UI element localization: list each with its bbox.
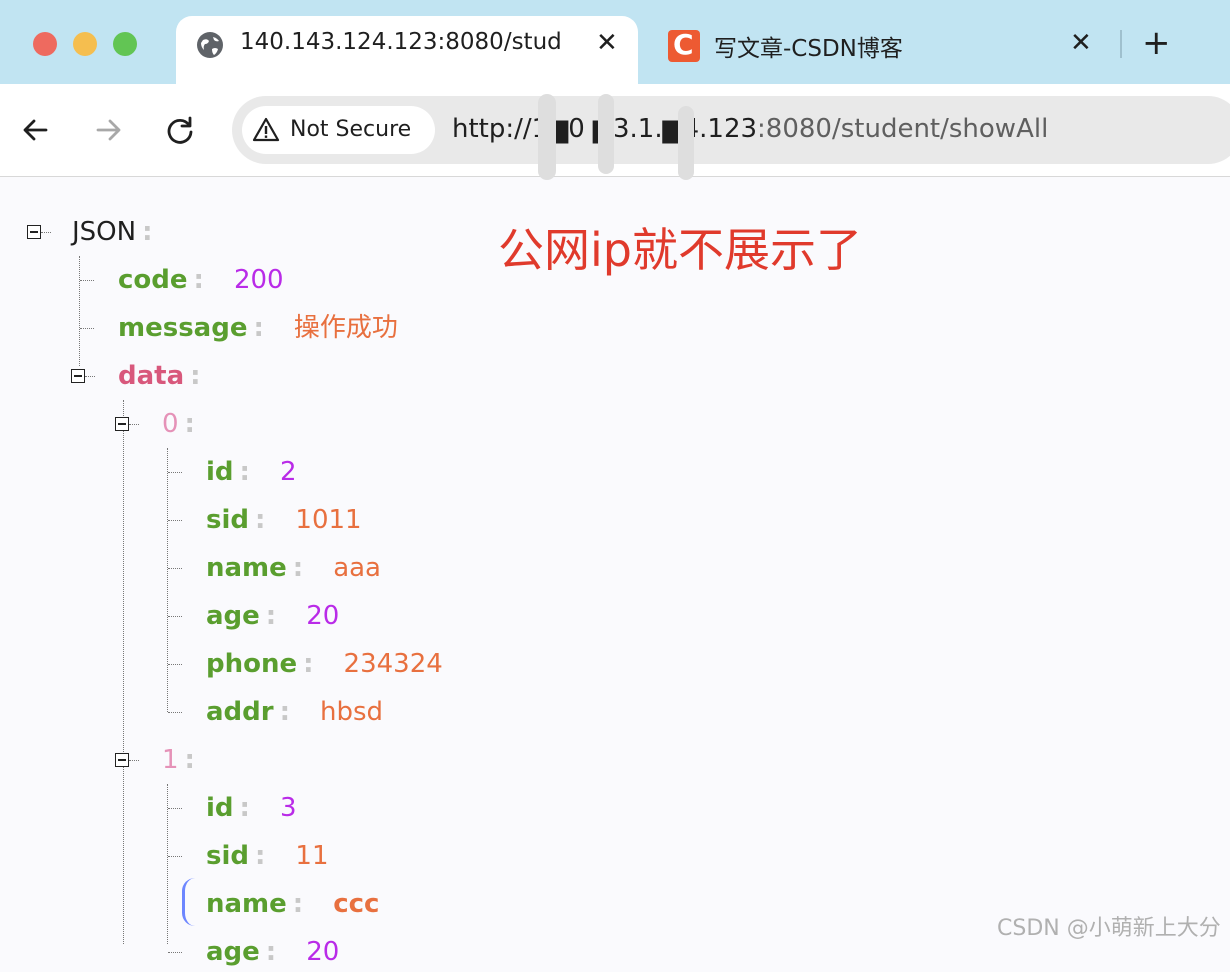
json-value: 2 bbox=[279, 457, 297, 487]
json-value: hbsd bbox=[320, 697, 384, 727]
tab-student-showall[interactable]: 140.143.124.123:8080/studen ✕ bbox=[176, 16, 638, 84]
json-key: data bbox=[118, 361, 185, 391]
collapse-toggle[interactable] bbox=[115, 753, 129, 767]
forward-arrow-icon[interactable] bbox=[88, 110, 128, 150]
json-row-index: 0: bbox=[162, 409, 195, 439]
tree-line bbox=[168, 952, 182, 953]
tab-title: 写文章-CSDN博客 bbox=[714, 36, 903, 62]
json-key: JSON bbox=[72, 217, 137, 247]
tree-line bbox=[80, 328, 94, 329]
tree-line bbox=[168, 568, 182, 569]
json-row-addr: addr: hbsd bbox=[206, 697, 384, 727]
tab-separator bbox=[1120, 30, 1122, 58]
security-chip-label: Not Secure bbox=[290, 117, 412, 142]
json-value: 3 bbox=[279, 793, 297, 823]
globe-icon bbox=[197, 32, 223, 58]
json-row-name: name: aaa bbox=[206, 553, 381, 583]
json-key: sid bbox=[206, 505, 249, 535]
json-key: name bbox=[206, 889, 287, 919]
json-key: age bbox=[206, 937, 260, 967]
json-root: JSON: bbox=[72, 217, 153, 247]
address-bar[interactable]: Not Secure http://1▆0 ▆3.1.▆4.123:8080/s… bbox=[232, 94, 1230, 180]
tree-line bbox=[168, 616, 182, 617]
warning-icon bbox=[252, 117, 280, 142]
json-key: phone bbox=[206, 649, 298, 679]
toolbar: Not Secure http://1▆0 ▆3.1.▆4.123:8080/s… bbox=[0, 84, 1230, 180]
close-icon[interactable]: ✕ bbox=[596, 28, 618, 58]
json-key: addr bbox=[206, 697, 274, 727]
json-row-phone: phone:234324 bbox=[206, 649, 443, 679]
json-row-name: name: ccc bbox=[206, 889, 380, 919]
new-tab-button[interactable]: + bbox=[1142, 26, 1171, 60]
minimize-window-button[interactable] bbox=[73, 32, 97, 56]
tree-line bbox=[80, 280, 94, 281]
close-icon[interactable]: ✕ bbox=[1070, 28, 1092, 58]
text-cursor-indicator bbox=[182, 878, 195, 926]
tree-line bbox=[168, 712, 182, 713]
tab-title: 140.143.124.123:8080/studen bbox=[240, 29, 560, 55]
json-key: name bbox=[206, 553, 287, 583]
tree-line bbox=[41, 232, 51, 233]
json-row-age: age:20 bbox=[206, 601, 340, 631]
json-viewer: JSON: code:200 message: 操作成功 data: 0: id:… bbox=[0, 178, 1230, 967]
json-row-id: id:2 bbox=[206, 457, 297, 487]
redaction-mark bbox=[678, 106, 694, 180]
json-value: aaa bbox=[333, 553, 381, 583]
json-row-id: id:3 bbox=[206, 793, 297, 823]
json-key: id bbox=[206, 457, 234, 487]
tree-line bbox=[123, 400, 124, 944]
tree-line bbox=[79, 256, 80, 366]
json-row-code: code:200 bbox=[118, 265, 284, 295]
zoom-window-button[interactable] bbox=[113, 32, 137, 56]
redaction-mark bbox=[598, 94, 614, 174]
json-key: 1 bbox=[162, 745, 179, 775]
reload-icon[interactable] bbox=[160, 110, 200, 150]
json-value: 20 bbox=[306, 601, 340, 631]
collapse-toggle[interactable] bbox=[27, 225, 41, 239]
json-row-index: 1: bbox=[162, 745, 195, 775]
tree-line bbox=[168, 472, 182, 473]
json-row-age: age:20 bbox=[206, 937, 340, 967]
tree-line bbox=[167, 448, 168, 712]
collapse-toggle[interactable] bbox=[115, 417, 129, 431]
tree-line bbox=[168, 664, 182, 665]
json-value: ccc bbox=[333, 889, 380, 919]
json-row-sid: sid:1011 bbox=[206, 505, 362, 535]
json-key: code bbox=[118, 265, 188, 295]
back-arrow-icon[interactable] bbox=[16, 110, 56, 150]
json-row-data: data: bbox=[118, 361, 201, 391]
json-value: 操作成功 bbox=[293, 313, 398, 343]
json-key: 0 bbox=[162, 409, 179, 439]
tree-line bbox=[129, 760, 139, 761]
tree-line bbox=[129, 424, 139, 425]
watermark: CSDN @小萌新上大分 bbox=[997, 916, 1221, 941]
close-window-button[interactable] bbox=[33, 32, 57, 56]
json-value: 11 bbox=[295, 841, 329, 871]
json-row-message: message: 操作成功 bbox=[118, 313, 398, 343]
json-row-sid: sid:11 bbox=[206, 841, 329, 871]
json-key: sid bbox=[206, 841, 249, 871]
tree-line bbox=[85, 376, 95, 377]
json-value: 1011 bbox=[295, 505, 362, 535]
tab-csdn[interactable]: C 写文章-CSDN博客 ✕ bbox=[650, 16, 1120, 84]
json-value: 200 bbox=[233, 265, 284, 295]
collapse-toggle[interactable] bbox=[71, 369, 85, 383]
url-path: :8080/student/showAll bbox=[757, 114, 1049, 144]
json-key: message bbox=[118, 313, 248, 343]
security-chip[interactable]: Not Secure bbox=[242, 106, 435, 154]
redaction-mark bbox=[538, 94, 556, 180]
json-value: 20 bbox=[306, 937, 340, 967]
csdn-logo: C bbox=[668, 29, 700, 62]
json-value: 234324 bbox=[343, 649, 443, 679]
tree-line bbox=[168, 856, 182, 857]
tree-line bbox=[168, 520, 182, 521]
tree-line bbox=[168, 808, 182, 809]
json-key: id bbox=[206, 793, 234, 823]
tab-strip: 140.143.124.123:8080/studen ✕ C 写文章-CSDN… bbox=[0, 0, 1230, 84]
json-key: age bbox=[206, 601, 260, 631]
